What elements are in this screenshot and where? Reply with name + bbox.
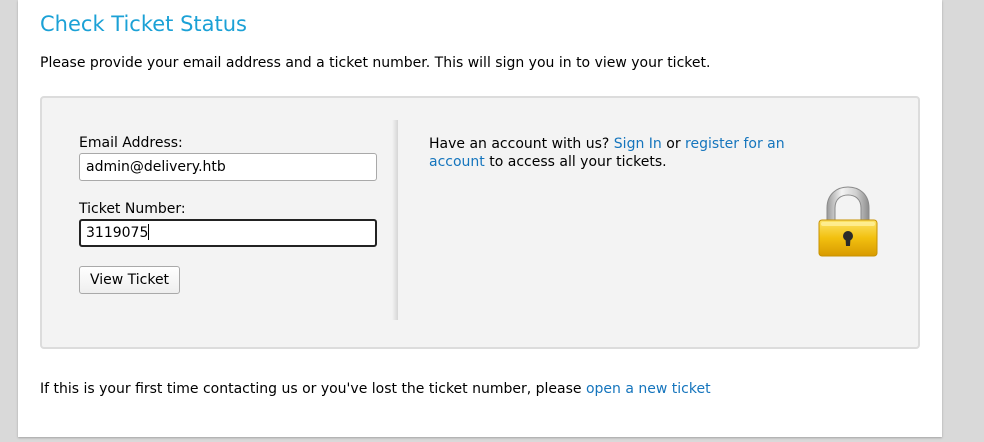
ticket-lookup-panel: Email Address: admin@delivery.htb Ticket… <box>40 96 920 349</box>
footer-message: If this is your first time contacting us… <box>40 381 586 397</box>
email-value: admin@delivery.htb <box>86 159 226 175</box>
ticket-lookup-form: Email Address: admin@delivery.htb Ticket… <box>42 98 398 320</box>
account-text-after: to access all your tickets. <box>484 154 667 170</box>
open-new-ticket-link[interactable]: open a new ticket <box>586 381 711 397</box>
intro-text: Please provide your email address and a … <box>40 55 711 71</box>
ticket-number-value: 3119075 <box>86 225 149 241</box>
sign-in-link[interactable]: Sign In <box>614 136 662 152</box>
text-cursor <box>148 224 150 240</box>
page-container: Check Ticket Status Please provide your … <box>18 0 942 437</box>
account-text-before: Have an account with us? <box>429 136 614 152</box>
ticket-number-field[interactable]: 3119075 <box>79 219 377 247</box>
email-field[interactable]: admin@delivery.htb <box>79 153 377 181</box>
account-info: Have an account with us? Sign In or regi… <box>429 135 799 171</box>
padlock-icon <box>818 186 878 257</box>
view-ticket-button[interactable]: View Ticket <box>79 266 180 294</box>
ticket-number-label: Ticket Number: <box>79 201 186 217</box>
email-label: Email Address: <box>79 135 183 151</box>
account-text-or: or <box>661 136 686 152</box>
page-title: Check Ticket Status <box>40 12 247 36</box>
footer-text: If this is your first time contacting us… <box>40 381 711 397</box>
